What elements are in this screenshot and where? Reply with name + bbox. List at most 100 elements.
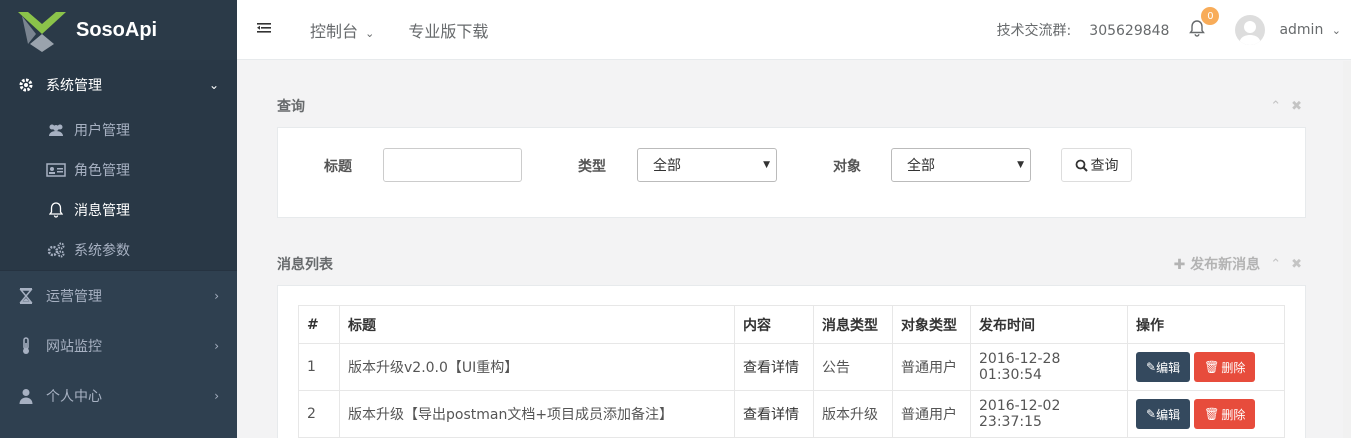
console-label: 控制台 [310,21,359,41]
message-table: # 标题 内容 消息类型 对象类型 发布时间 操作 1 版本升级v2.0.0【U… [298,305,1285,438]
cell-target: 普通用户 [892,390,971,438]
collapse-icon[interactable]: ⌃ [1270,257,1281,272]
close-icon[interactable]: ✖ [1291,257,1302,272]
list-panel-title: 消息列表 [277,257,333,273]
view-details-link[interactable]: 查看详情 [734,343,814,391]
sidebar: SosoApi 系统管理 ⌄ 用户管理 角色管理 消息管理 系统参数 运营管理 … [0,0,237,438]
target-select-value: 全部 [907,158,935,174]
col-header-target: 对象类型 [892,305,971,344]
close-icon[interactable]: ✖ [1291,99,1302,114]
search-button[interactable]: 查询 [1061,148,1132,182]
sidebar-item-label: 系统管理 [46,78,102,94]
dropdown-arrow-icon: ▼ [763,160,770,170]
subnav: 用户管理 角色管理 消息管理 系统参数 [0,110,237,270]
list-panel-header: 消息列表 ✚ 发布新消息 ⌃ ✖ [277,249,1306,279]
trash-icon: 🗑︎ [1204,360,1220,374]
col-header-index: # [298,305,340,344]
sidebar-item-label: 用户管理 [74,123,130,139]
query-panel: 标题 类型 全部 ▼ 对象 全部 ▼ 查询 [277,127,1306,218]
cell-index: 2 [298,390,340,438]
col-header-content: 内容 [734,305,814,344]
col-header-msg-type: 消息类型 [813,305,893,344]
logo-icon [18,12,66,52]
table-row: 1 版本升级v2.0.0【UI重构】 查看详情 公告 普通用户 2016-12-… [298,343,1285,391]
sidebar-item-monitor[interactable]: 网站监控 › [0,321,237,371]
sidebar-item-label: 消息管理 [74,203,130,219]
edit-button[interactable]: ✎ 编辑 [1136,399,1191,429]
query-form: 标题 类型 全部 ▼ 对象 全部 ▼ 查询 [278,148,1305,182]
notifications-button[interactable]: 0 [1189,7,1220,41]
console-menu[interactable]: 控制台 ⌄ [310,18,374,42]
edit-label: 编辑 [1156,407,1181,422]
sidebar-item-messages[interactable]: 消息管理 [0,190,237,230]
type-label: 类型 [578,159,606,175]
hourglass-icon [16,288,36,304]
delete-button[interactable]: 🗑︎ 删除 [1194,399,1256,429]
collapse-icon[interactable]: ⌃ [1270,99,1281,114]
delete-button[interactable]: 🗑︎ 删除 [1194,352,1256,382]
sidebar-item-profile[interactable]: 个人中心 › [0,371,237,421]
search-button-label: 查询 [1090,158,1119,174]
username: admin [1279,22,1324,38]
target-select[interactable]: 全部 ▼ [891,148,1031,182]
top-right: 技术交流群: 305629848 0 admin ⌄ [997,0,1351,60]
list-panel: # 标题 内容 消息类型 对象类型 发布时间 操作 1 版本升级v2.0.0【U… [277,285,1306,438]
dropdown-arrow-icon: ▼ [1017,160,1024,170]
sidebar-item-label: 运营管理 [46,289,102,305]
sidebar-item-label: 个人中心 [46,389,102,405]
type-select[interactable]: 全部 ▼ [637,148,777,182]
table-header-row: # 标题 内容 消息类型 对象类型 发布时间 操作 [298,305,1285,344]
edit-button[interactable]: ✎ 编辑 [1136,352,1191,382]
delete-label: 删除 [1221,407,1246,422]
topbar: 控制台 ⌄ 专业版下载 技术交流群: 305629848 0 admin ⌄ [237,0,1351,60]
col-header-time: 发布时间 [970,305,1128,344]
type-select-value: 全部 [653,158,681,174]
cell-time: 2016-12-28 01:30:54 [970,343,1128,391]
chevron-right-icon: › [214,389,219,403]
scrollbar[interactable] [1343,61,1351,438]
query-panel-title: 查询 [277,99,305,115]
app-name: SosoApi [76,18,158,41]
title-input[interactable] [383,148,522,182]
sidebar-item-system[interactable]: 系统管理 ⌄ [0,60,237,110]
cell-index: 1 [298,343,340,391]
sidebar-item-operations[interactable]: 运营管理 › [0,271,237,321]
plus-icon: ✚ [1173,257,1186,273]
cell-actions: ✎ 编辑 🗑︎ 删除 [1127,343,1285,391]
table-row: 2 版本升级【导出postman文档+项目成员添加备注】 查看详情 版本升级 普… [298,390,1285,438]
cell-msg-type: 版本升级 [813,390,893,438]
publish-message-button[interactable]: ✚ 发布新消息 [1174,254,1261,274]
gear-icon [16,77,36,93]
user-menu[interactable]: admin ⌄ [1279,22,1341,38]
cell-actions: ✎ 编辑 🗑︎ 删除 [1127,390,1285,438]
pencil-icon: ✎ [1146,407,1157,421]
menu-toggle-icon[interactable] [257,22,277,38]
thermometer-icon [16,337,36,355]
cogs-icon [46,242,66,258]
download-link[interactable]: 专业版下载 [408,18,488,42]
panel-tools: ✚ 发布新消息 ⌃ ✖ [1174,254,1302,274]
notification-count-badge: 0 [1201,7,1220,25]
sidebar-item-params[interactable]: 系统参数 [0,230,237,270]
cell-title: 版本升级【导出postman文档+项目成员添加备注】 [339,390,735,438]
logo[interactable]: SosoApi [0,0,237,60]
chevron-down-icon: ⌄ [208,78,219,92]
edit-label: 编辑 [1156,360,1181,375]
qq-group-label: 技术交流群: [996,23,1072,39]
delete-label: 删除 [1221,360,1246,375]
users-icon [46,123,66,137]
title-label: 标题 [324,159,352,175]
main-content: 查询 ⌃ ✖ 标题 类型 全部 ▼ 对象 全部 ▼ 查询 消息列表 ✚ 发布新消… [237,61,1351,438]
search-icon [1075,159,1088,172]
user-icon [16,388,36,404]
sidebar-item-roles[interactable]: 角色管理 [0,150,237,190]
col-header-title: 标题 [339,305,735,344]
cell-title: 版本升级v2.0.0【UI重构】 [339,343,735,391]
sidebar-item-users[interactable]: 用户管理 [0,110,237,150]
qq-group: 技术交流群: 305629848 [997,20,1170,40]
sidebar-item-label: 网站监控 [46,339,102,355]
chevron-down-icon: ⌄ [365,26,375,40]
target-label: 对象 [833,159,861,175]
avatar[interactable] [1235,15,1266,45]
view-details-link[interactable]: 查看详情 [734,390,814,438]
